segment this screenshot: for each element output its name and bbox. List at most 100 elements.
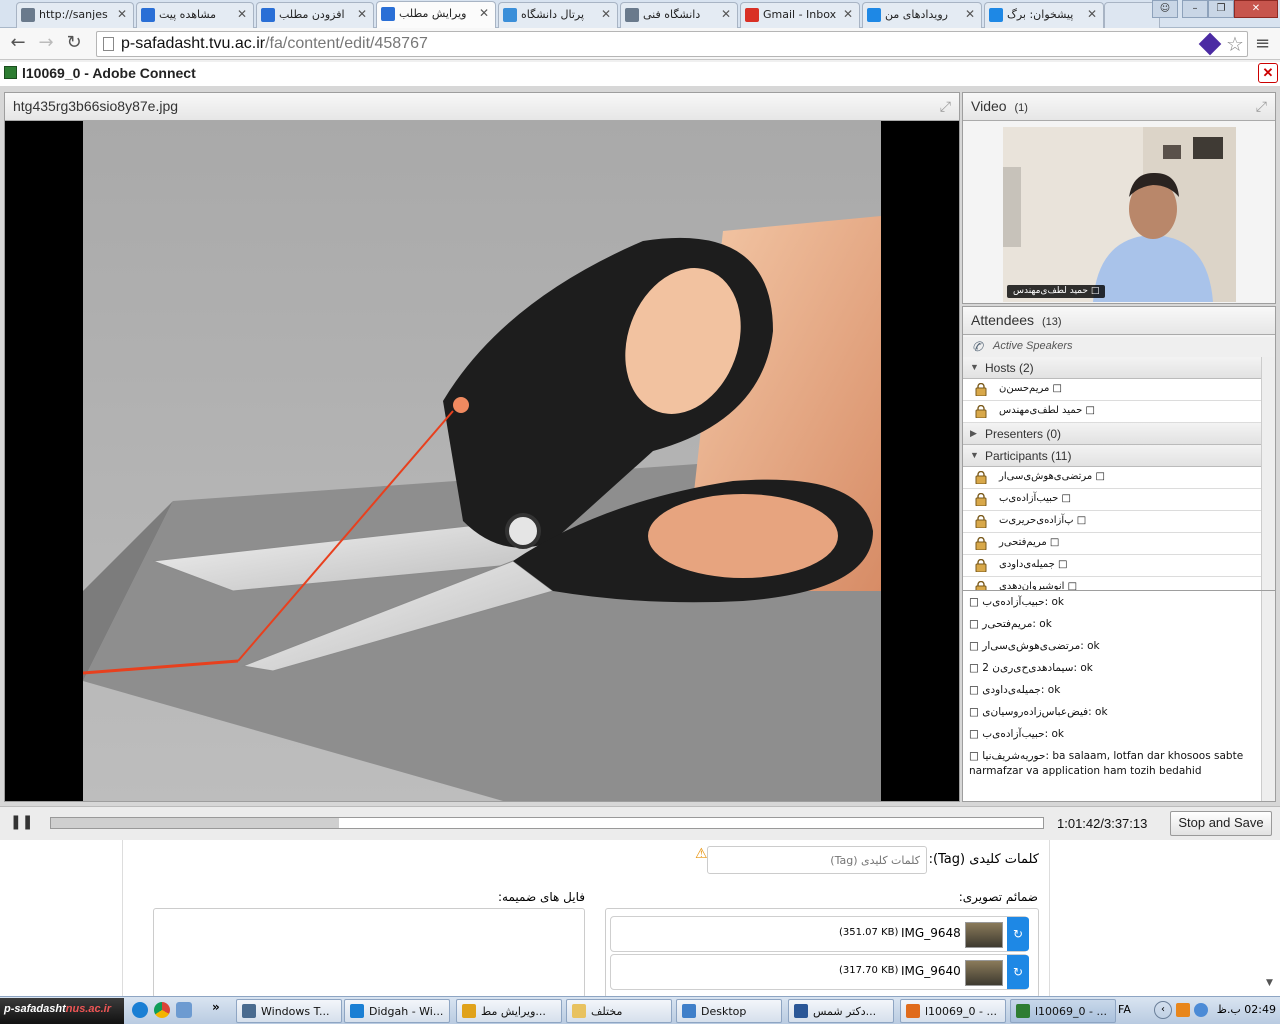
tab-close-icon[interactable]: ✕: [721, 7, 731, 21]
network-icon[interactable]: [1194, 1003, 1208, 1017]
expanded-triangle-icon: ▼: [970, 450, 979, 460]
image-action-icon[interactable]: ↻: [1007, 955, 1029, 989]
tab-close-icon[interactable]: ✕: [965, 7, 975, 21]
image-action-icon[interactable]: ↻: [1007, 917, 1029, 951]
attendee-list-scrollbar[interactable]: [1261, 357, 1275, 591]
restore-button[interactable]: ❐: [1208, 0, 1234, 18]
attendees-pod-header: Attendees (13): [963, 307, 1275, 335]
address-bar[interactable]: p-safadasht.tvu.ac.ir/fa/content/edit/45…: [96, 31, 1248, 57]
window-close-button[interactable]: ✕: [1234, 0, 1278, 18]
firefox-icon: [906, 1004, 920, 1018]
tab-close-icon[interactable]: ✕: [479, 6, 489, 20]
tab-close-icon[interactable]: ✕: [601, 7, 611, 21]
attendee-row[interactable]: مرتضی‌ی‌هوش‌ی‌سی‌ار □: [963, 467, 1261, 489]
chat-scrollbar[interactable]: [1261, 591, 1275, 801]
profile-icon[interactable]: ☺: [1152, 0, 1178, 18]
chrome-quicklaunch-icon[interactable]: [154, 1002, 170, 1018]
tab-4[interactable]: ویرایش مطلب ✕: [376, 1, 496, 29]
attendee-row[interactable]: حمید لطف‌ی‌مهندس □: [963, 401, 1261, 423]
taskbar-item[interactable]: مختلف: [566, 999, 672, 1023]
fullscreen-icon[interactable]: ⤢: [940, 98, 951, 115]
tab-1[interactable]: http://sanjes ✕: [16, 2, 134, 28]
video-pod-header: Video (1) ⤢: [963, 93, 1275, 121]
attendee-row[interactable]: حبیب‌آزاده‌ی‌ب □: [963, 489, 1261, 511]
forward-icon[interactable]: →: [34, 32, 58, 56]
group-participants[interactable]: ▼ Participants (11): [963, 445, 1261, 467]
playback-progress: [51, 818, 339, 828]
reload-icon[interactable]: ↻: [62, 32, 86, 56]
attendee-name: مریم‌حسن‌ن □: [999, 383, 1063, 394]
tab-close-icon[interactable]: ✕: [117, 7, 127, 21]
tab-strip: http://sanjes ✕ مشاهده پیت ✕ افزودن مطلب ✕ ویر…: [0, 0, 1280, 29]
group-hosts[interactable]: ▼ Hosts (2): [963, 357, 1261, 379]
attendee-row[interactable]: جمیله‌ی‌داود‌ی □: [963, 555, 1261, 577]
tab-5[interactable]: پرتال دانشگاه ✕: [498, 2, 618, 28]
video-pod: Video (1) ⤢ حمید لطف‌ی‌مهندس □: [962, 92, 1276, 304]
collapsed-triangle-icon: ▶: [970, 428, 977, 438]
tab-6[interactable]: دانشگاه فنی ✕: [620, 2, 738, 28]
attendee-row[interactable]: انوشیروان‌دهدی □: [963, 577, 1261, 591]
chat-message: □ مریم‌فتحی‌ر: ok: [969, 618, 1052, 630]
ie-quicklaunch-icon[interactable]: [132, 1002, 148, 1018]
system-clock[interactable]: 02:49 ب.ظ: [1210, 1003, 1276, 1016]
lock-icon: [975, 493, 987, 506]
image-attachment-row[interactable]: (317.70 KB) IMG_9640 ↻: [610, 954, 1029, 990]
tab-close-icon[interactable]: ✕: [843, 7, 853, 21]
taskbar-item[interactable]: Windows T...: [236, 999, 342, 1023]
connect-close-button[interactable]: ✕: [1258, 63, 1278, 83]
taskbar-item-label: l10069_0 - ...: [1035, 1005, 1107, 1018]
stop-and-save-button[interactable]: Stop and Save: [1170, 811, 1272, 836]
tab-close-icon[interactable]: ✕: [1087, 7, 1097, 21]
tab-2[interactable]: مشاهده پیت ✕: [136, 2, 254, 28]
minimize-button[interactable]: –: [1182, 0, 1208, 18]
taskbar-item-label: Windows T...: [261, 1005, 330, 1018]
file-attachments-box[interactable]: [153, 908, 585, 998]
chrome-icon: [462, 1004, 476, 1018]
start-area[interactable]: p-safadashtnus.ac.ir: [0, 998, 124, 1024]
taskbar-item[interactable]: ویرایش مط...: [456, 999, 562, 1023]
pause-icon[interactable]: ❚❚: [10, 814, 33, 834]
bookmark-star-icon[interactable]: ☆: [1226, 32, 1244, 56]
playback-seek-bar[interactable]: [50, 817, 1044, 829]
taskbar-item[interactable]: دکتر شمس...: [788, 999, 894, 1023]
fullscreen-icon[interactable]: ⤢: [1256, 98, 1267, 115]
taskbar-item[interactable]: Didgah - Wi...: [344, 999, 450, 1023]
taskbar-item-label: دکتر شمس...: [813, 1005, 877, 1018]
back-icon[interactable]: ←: [6, 32, 30, 56]
tab-close-icon[interactable]: ✕: [357, 7, 367, 21]
image-attachment-row[interactable]: (351.07 KB) IMG_9648 ↻: [610, 916, 1029, 952]
tab-7[interactable]: Gmail - Inbox ✕: [740, 2, 860, 28]
tab-label: دانشگاه فنی: [643, 8, 701, 21]
menu-icon[interactable]: ≡: [1255, 33, 1270, 54]
image-attachments-label: ضمائم تصویری:: [958, 890, 1038, 904]
tray-expand-icon[interactable]: ‹: [1154, 1001, 1172, 1019]
attendee-list[interactable]: ▼ Hosts (2) مریم‌حسن‌ن □ حمید لطف‌ی‌مهندس □…: [963, 357, 1275, 591]
shared-image-stage: [5, 121, 959, 801]
tab-9[interactable]: پیشخوان: برگ ✕: [984, 2, 1104, 28]
page-scroll-down-icon[interactable]: ▼: [1266, 978, 1273, 988]
tab-close-icon[interactable]: ✕: [237, 7, 247, 21]
attendee-row[interactable]: مریم‌فتحی‌ر □: [963, 533, 1261, 555]
quicklaunch-overflow-icon[interactable]: »: [212, 1000, 220, 1014]
taskbar-item[interactable]: l10069_0 - ...: [1010, 999, 1116, 1023]
tab-3[interactable]: افزودن مطلب ✕: [256, 2, 374, 28]
image-name: IMG_9648: [901, 926, 961, 940]
group-presenters[interactable]: ▶ Presenters (0): [963, 423, 1261, 445]
tab-label: مشاهده پیت: [159, 8, 217, 21]
taskbar-item[interactable]: l10069_0 - ...: [900, 999, 1006, 1023]
switcher-quicklaunch-icon[interactable]: [176, 1002, 192, 1018]
tab-8[interactable]: رویدادهای من ✕: [862, 2, 982, 28]
tray-app-icon[interactable]: [1176, 1003, 1190, 1017]
tab-label: http://sanjes: [39, 8, 108, 21]
attendee-row[interactable]: پ‌آزاده‌ی‌حریری‌ت □: [963, 511, 1261, 533]
tags-input[interactable]: [707, 846, 927, 874]
connect-window-title: l10069_0 - Adobe Connect: [22, 65, 196, 81]
attendees-pod: Attendees (13) ✆ Active Speakers ▼ Hosts …: [962, 306, 1276, 596]
language-indicator[interactable]: FA: [1118, 1003, 1131, 1016]
file-attachments-label: فایل های ضمیمه:: [498, 890, 585, 904]
warning-icon: ⚠: [695, 846, 708, 862]
image-size: (317.70 KB): [839, 965, 899, 976]
taskbar-item[interactable]: Desktop: [676, 999, 782, 1023]
attendee-row[interactable]: مریم‌حسن‌ن □: [963, 379, 1261, 401]
image-thumbnail: [965, 960, 1003, 986]
